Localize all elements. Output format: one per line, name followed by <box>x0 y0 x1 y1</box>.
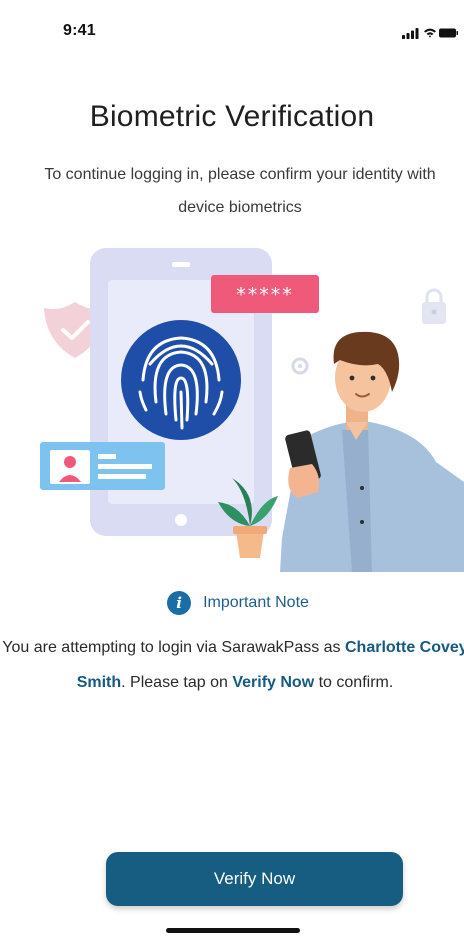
signal-wifi-battery-icon <box>402 28 458 39</box>
important-note-text: You are attempting to login via SarawakP… <box>0 630 464 700</box>
password-field-illustration: ***** <box>211 275 319 313</box>
important-note-header: i Important Note <box>0 591 464 615</box>
biometric-illustration: ***** <box>0 242 464 572</box>
home-indicator <box>166 928 300 933</box>
note-text-part-1: You are attempting to login via SarawakP… <box>2 639 345 656</box>
important-note-title: Important Note <box>203 594 309 611</box>
verify-now-button[interactable]: Verify Now <box>106 852 403 906</box>
padlock-icon <box>422 288 446 324</box>
note-text-part-2: . Please tap on <box>121 674 233 691</box>
page-subtitle: To continue logging in, please confirm y… <box>44 166 436 216</box>
status-icons <box>402 26 458 40</box>
status-time: 9:41 <box>63 22 96 39</box>
gear-icon <box>291 357 309 375</box>
password-mask: ***** <box>236 284 294 306</box>
info-icon: i <box>167 591 192 615</box>
fingerprint-icon <box>121 320 241 440</box>
status-bar: 9:41 <box>0 0 464 62</box>
note-text-part-3: to confirm. <box>314 674 394 691</box>
id-card-illustration <box>40 442 165 490</box>
note-action-name: Verify Now <box>232 674 315 691</box>
page-title: Biometric Verification <box>89 100 375 133</box>
